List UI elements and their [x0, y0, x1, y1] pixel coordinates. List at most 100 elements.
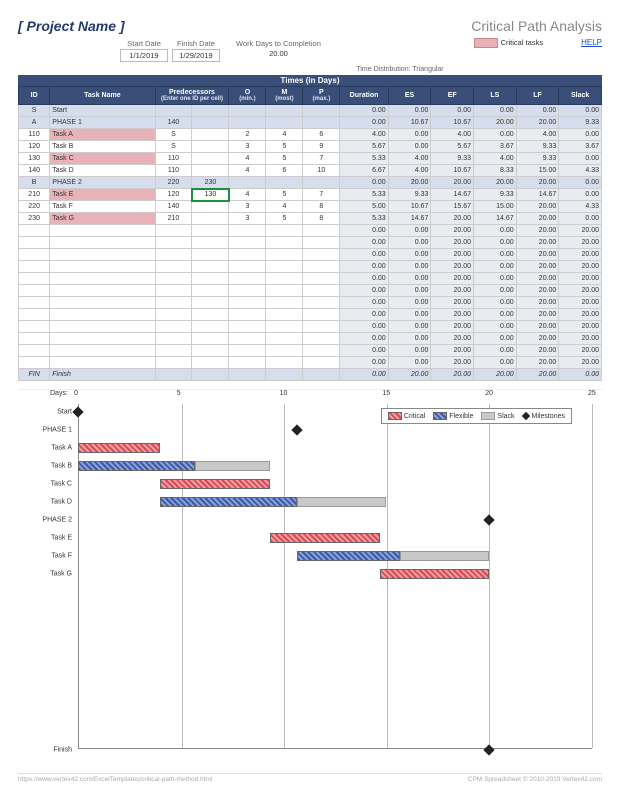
cell[interactable]: 4	[229, 153, 266, 165]
cell[interactable]	[19, 285, 50, 297]
cell[interactable]	[50, 225, 155, 237]
cell[interactable]: 0.00	[474, 225, 517, 237]
cell[interactable]: 20.00	[431, 321, 474, 333]
cell[interactable]	[229, 285, 266, 297]
cell[interactable]	[155, 321, 192, 333]
cell[interactable]	[50, 357, 155, 369]
cell[interactable]: 20.00	[431, 261, 474, 273]
cell[interactable]: PHASE 1	[50, 117, 155, 129]
cell[interactable]: 14.67	[431, 189, 474, 201]
cell[interactable]	[192, 357, 229, 369]
cell[interactable]: Task E	[50, 189, 155, 201]
cell[interactable]: 20.00	[431, 357, 474, 369]
cell[interactable]: 0.00	[388, 333, 431, 345]
cell[interactable]	[50, 297, 155, 309]
cell[interactable]: 0.00	[388, 357, 431, 369]
cell[interactable]: 0.00	[474, 105, 517, 117]
cell[interactable]: 5.00	[340, 201, 388, 213]
cell[interactable]: 5	[266, 153, 303, 165]
cell[interactable]	[192, 261, 229, 273]
cell[interactable]: 0.00	[559, 105, 602, 117]
cell[interactable]	[50, 249, 155, 261]
cell[interactable]: 15.00	[474, 201, 517, 213]
cell[interactable]: A	[19, 117, 50, 129]
cell[interactable]	[266, 321, 303, 333]
cell[interactable]	[19, 237, 50, 249]
cell[interactable]	[192, 153, 229, 165]
cell[interactable]: 0.00	[431, 105, 474, 117]
cell[interactable]	[155, 249, 192, 261]
cell[interactable]	[229, 321, 266, 333]
cell[interactable]: 110	[19, 129, 50, 141]
cell[interactable]	[19, 273, 50, 285]
cell[interactable]: 20.00	[559, 225, 602, 237]
cell[interactable]: 20.00	[516, 177, 559, 189]
cell[interactable]	[50, 237, 155, 249]
cell[interactable]: 3	[229, 213, 266, 225]
cell[interactable]	[303, 345, 340, 357]
cell[interactable]: 10	[303, 165, 340, 177]
cell[interactable]: 4.33	[559, 201, 602, 213]
cell[interactable]: 4.33	[559, 165, 602, 177]
cell[interactable]: 20.00	[516, 261, 559, 273]
cell[interactable]	[192, 117, 229, 129]
cell[interactable]	[266, 237, 303, 249]
cell[interactable]: 0.00	[340, 225, 388, 237]
cell[interactable]: 120	[19, 141, 50, 153]
cell[interactable]: 0.00	[340, 297, 388, 309]
cell[interactable]: 10.67	[388, 117, 431, 129]
cell[interactable]: 0.00	[340, 105, 388, 117]
cell[interactable]: 20.00	[559, 357, 602, 369]
cell[interactable]: 14.67	[474, 213, 517, 225]
cell[interactable]	[266, 297, 303, 309]
cell[interactable]	[229, 117, 266, 129]
cell[interactable]	[19, 333, 50, 345]
cell[interactable]	[192, 201, 229, 213]
cell[interactable]: 0.00	[474, 129, 517, 141]
cell[interactable]: 0.00	[474, 285, 517, 297]
cell[interactable]: 4	[229, 189, 266, 201]
cell[interactable]: S	[19, 105, 50, 117]
cell[interactable]	[303, 309, 340, 321]
cell[interactable]: 0.00	[388, 225, 431, 237]
cell[interactable]: 0.00	[388, 141, 431, 153]
cell[interactable]: 0.00	[474, 357, 517, 369]
cell[interactable]	[303, 177, 340, 189]
cell[interactable]: 20.00	[516, 345, 559, 357]
cell[interactable]: 20.00	[559, 249, 602, 261]
cell[interactable]	[229, 333, 266, 345]
cell[interactable]: 20.00	[516, 357, 559, 369]
cell[interactable]: Task C	[50, 153, 155, 165]
cell[interactable]: 4.00	[431, 129, 474, 141]
cell[interactable]: 0.00	[474, 249, 517, 261]
cell[interactable]	[19, 297, 50, 309]
cell[interactable]	[50, 333, 155, 345]
cell[interactable]	[19, 357, 50, 369]
cell[interactable]: 0.00	[559, 129, 602, 141]
cell[interactable]	[50, 273, 155, 285]
cell[interactable]	[266, 285, 303, 297]
cell[interactable]: 20.00	[474, 177, 517, 189]
cell[interactable]	[50, 285, 155, 297]
cell[interactable]: 5.67	[340, 141, 388, 153]
cell[interactable]	[155, 345, 192, 357]
cell[interactable]: 20.00	[516, 213, 559, 225]
cell[interactable]: 9.33	[474, 189, 517, 201]
cell[interactable]	[303, 333, 340, 345]
cell[interactable]	[192, 213, 229, 225]
cell[interactable]	[229, 309, 266, 321]
cell[interactable]	[303, 117, 340, 129]
cell[interactable]: 0.00	[474, 297, 517, 309]
cell[interactable]	[155, 333, 192, 345]
cell[interactable]: 0.00	[388, 249, 431, 261]
cell[interactable]: PHASE 2	[50, 177, 155, 189]
cell[interactable]: 0.00	[340, 321, 388, 333]
cell[interactable]: 20.00	[516, 297, 559, 309]
cell[interactable]: 140	[155, 117, 192, 129]
cell[interactable]: 3	[229, 201, 266, 213]
cell[interactable]: 20.00	[431, 177, 474, 189]
cell[interactable]: 0.00	[388, 285, 431, 297]
cell[interactable]	[50, 261, 155, 273]
cell[interactable]: 0.00	[474, 237, 517, 249]
cell[interactable]	[19, 261, 50, 273]
